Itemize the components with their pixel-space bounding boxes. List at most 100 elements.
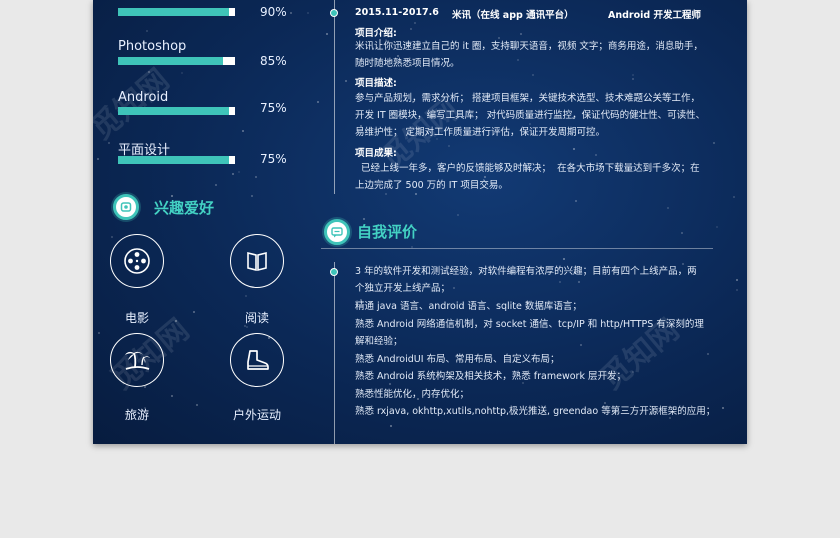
self-eval-line: 熟悉 Android 系统构架及相关技术，熟悉 framework 层开发； <box>355 371 626 382</box>
star <box>573 148 575 150</box>
star <box>196 404 198 406</box>
job-position: Android 开发工程师 <box>608 10 701 21</box>
skill-percent: 75% <box>260 152 287 166</box>
star <box>681 232 683 234</box>
star <box>578 281 580 283</box>
self-eval-section-icon <box>324 219 350 245</box>
skill-label: Photoshop <box>118 39 187 54</box>
star <box>713 142 715 144</box>
skill-bar-fill <box>118 8 230 16</box>
self-eval-line: 熟悉性能优化，内存优化； <box>355 389 470 400</box>
star <box>317 101 319 103</box>
skill-bar-fill <box>118 107 230 115</box>
star <box>722 407 724 409</box>
intro-heading: 项目介绍: <box>355 28 397 39</box>
desc-line: 开发 IT 圈模块，编写工具库； 对代码质量进行监控，保证代码的健壮性、可读性、 <box>355 110 706 121</box>
self-eval-line: 熟悉 rxjava, okhttp,xutils,nohttp,极光推送, gr… <box>355 406 716 417</box>
timeline-line <box>334 262 335 444</box>
star <box>632 78 634 80</box>
star <box>532 74 534 76</box>
star <box>193 311 195 313</box>
self-eval-line: 个独立开发上线产品； <box>355 283 451 294</box>
star <box>390 425 392 427</box>
star <box>98 332 100 334</box>
hobby-label: 阅读 <box>244 311 269 325</box>
hobby-label: 电影 <box>124 311 149 325</box>
skill-label: Android <box>118 90 169 105</box>
timeline-dot <box>330 9 338 17</box>
star <box>97 158 99 160</box>
star <box>146 30 148 32</box>
star <box>563 258 565 260</box>
star <box>255 176 257 178</box>
star <box>707 353 709 355</box>
star <box>580 344 582 346</box>
star <box>326 33 328 35</box>
skill-percent: 90% <box>260 5 287 19</box>
result-line: 已经上线一年多，客户的反馈能够及时解决； 在各大市场下载量达到千多次；在 <box>355 163 700 174</box>
star <box>410 28 412 30</box>
star <box>345 80 347 82</box>
star <box>733 196 735 198</box>
star <box>144 386 146 388</box>
star <box>363 218 365 220</box>
desc-line: 参与产品规划，需求分析； 搭建项目框架，关键技术选型、技术难题公关等工作， <box>355 93 701 104</box>
hobbies-section-icon <box>113 194 139 220</box>
self-eval-line: 精通 java 语言、android 语言、sqlite 数据库语言； <box>355 301 582 312</box>
star <box>736 279 738 281</box>
star <box>716 226 718 228</box>
resume-page: 觅知网 觅知网 觅知网 觅知网 IT 90% Photoshop 85% And… <box>93 0 747 444</box>
timeline-dot <box>330 268 338 276</box>
star <box>246 326 248 328</box>
skill-percent: 75% <box>260 101 287 115</box>
skill-bar <box>118 8 235 16</box>
star <box>171 395 173 397</box>
star <box>632 74 634 76</box>
star <box>242 130 244 132</box>
timeline-line <box>334 0 335 194</box>
skill-label: IT <box>118 0 130 3</box>
skill-bar <box>118 107 235 115</box>
star <box>290 12 292 14</box>
skill-bar-fill <box>118 156 230 164</box>
star <box>575 200 577 202</box>
star <box>215 184 217 186</box>
star <box>667 207 669 209</box>
skill-bar-fill <box>118 57 224 65</box>
star <box>414 22 416 24</box>
star <box>520 33 522 35</box>
star <box>736 289 738 291</box>
hiking-boot-icon <box>230 333 284 387</box>
star <box>453 287 455 289</box>
self-eval-line: 熟悉 AndroidUI 布局、常用布局、自定义布局； <box>355 354 560 365</box>
star <box>238 171 240 173</box>
self-eval-line: 熟悉 Android 网络通信机制，对 socket 通信、tcp/IP 和 h… <box>355 319 704 330</box>
palm-tree-icon <box>110 333 164 387</box>
skill-percent: 85% <box>260 54 287 68</box>
star <box>181 72 183 74</box>
star <box>595 154 597 156</box>
star <box>559 281 561 283</box>
star <box>245 295 247 297</box>
self-eval-line: 解和经验； <box>355 336 403 347</box>
skill-bar <box>118 156 235 164</box>
star <box>457 214 459 216</box>
film-reel-icon <box>110 234 164 288</box>
self-eval-line: 3 年的软件开发和测试经验，对软件编程有浓厚的兴趣；目前有四个上线产品，两 <box>355 266 697 277</box>
star <box>517 59 519 61</box>
hobby-label: 户外运动 <box>232 408 281 422</box>
skill-bar <box>118 57 235 65</box>
job-period: 2015.11-2017.6 <box>355 7 439 18</box>
star <box>251 195 253 197</box>
job-company: 米讯（在线 app 通讯平台） <box>452 10 574 21</box>
star <box>111 236 113 238</box>
result-line: 上边完成了 500 万的 IT 项目交易。 <box>355 180 508 191</box>
star <box>448 145 450 147</box>
desc-heading: 项目描述: <box>355 78 397 89</box>
star <box>232 173 234 175</box>
result-heading: 项目成果: <box>355 148 397 159</box>
star <box>307 12 309 14</box>
self-eval-section-title: 自我评价 <box>357 223 418 241</box>
hobbies-section-title: 兴趣爱好 <box>154 199 215 217</box>
desc-line: 易维护性； 定期对工作质量进行评估，保证开发周期可控。 <box>355 127 606 138</box>
